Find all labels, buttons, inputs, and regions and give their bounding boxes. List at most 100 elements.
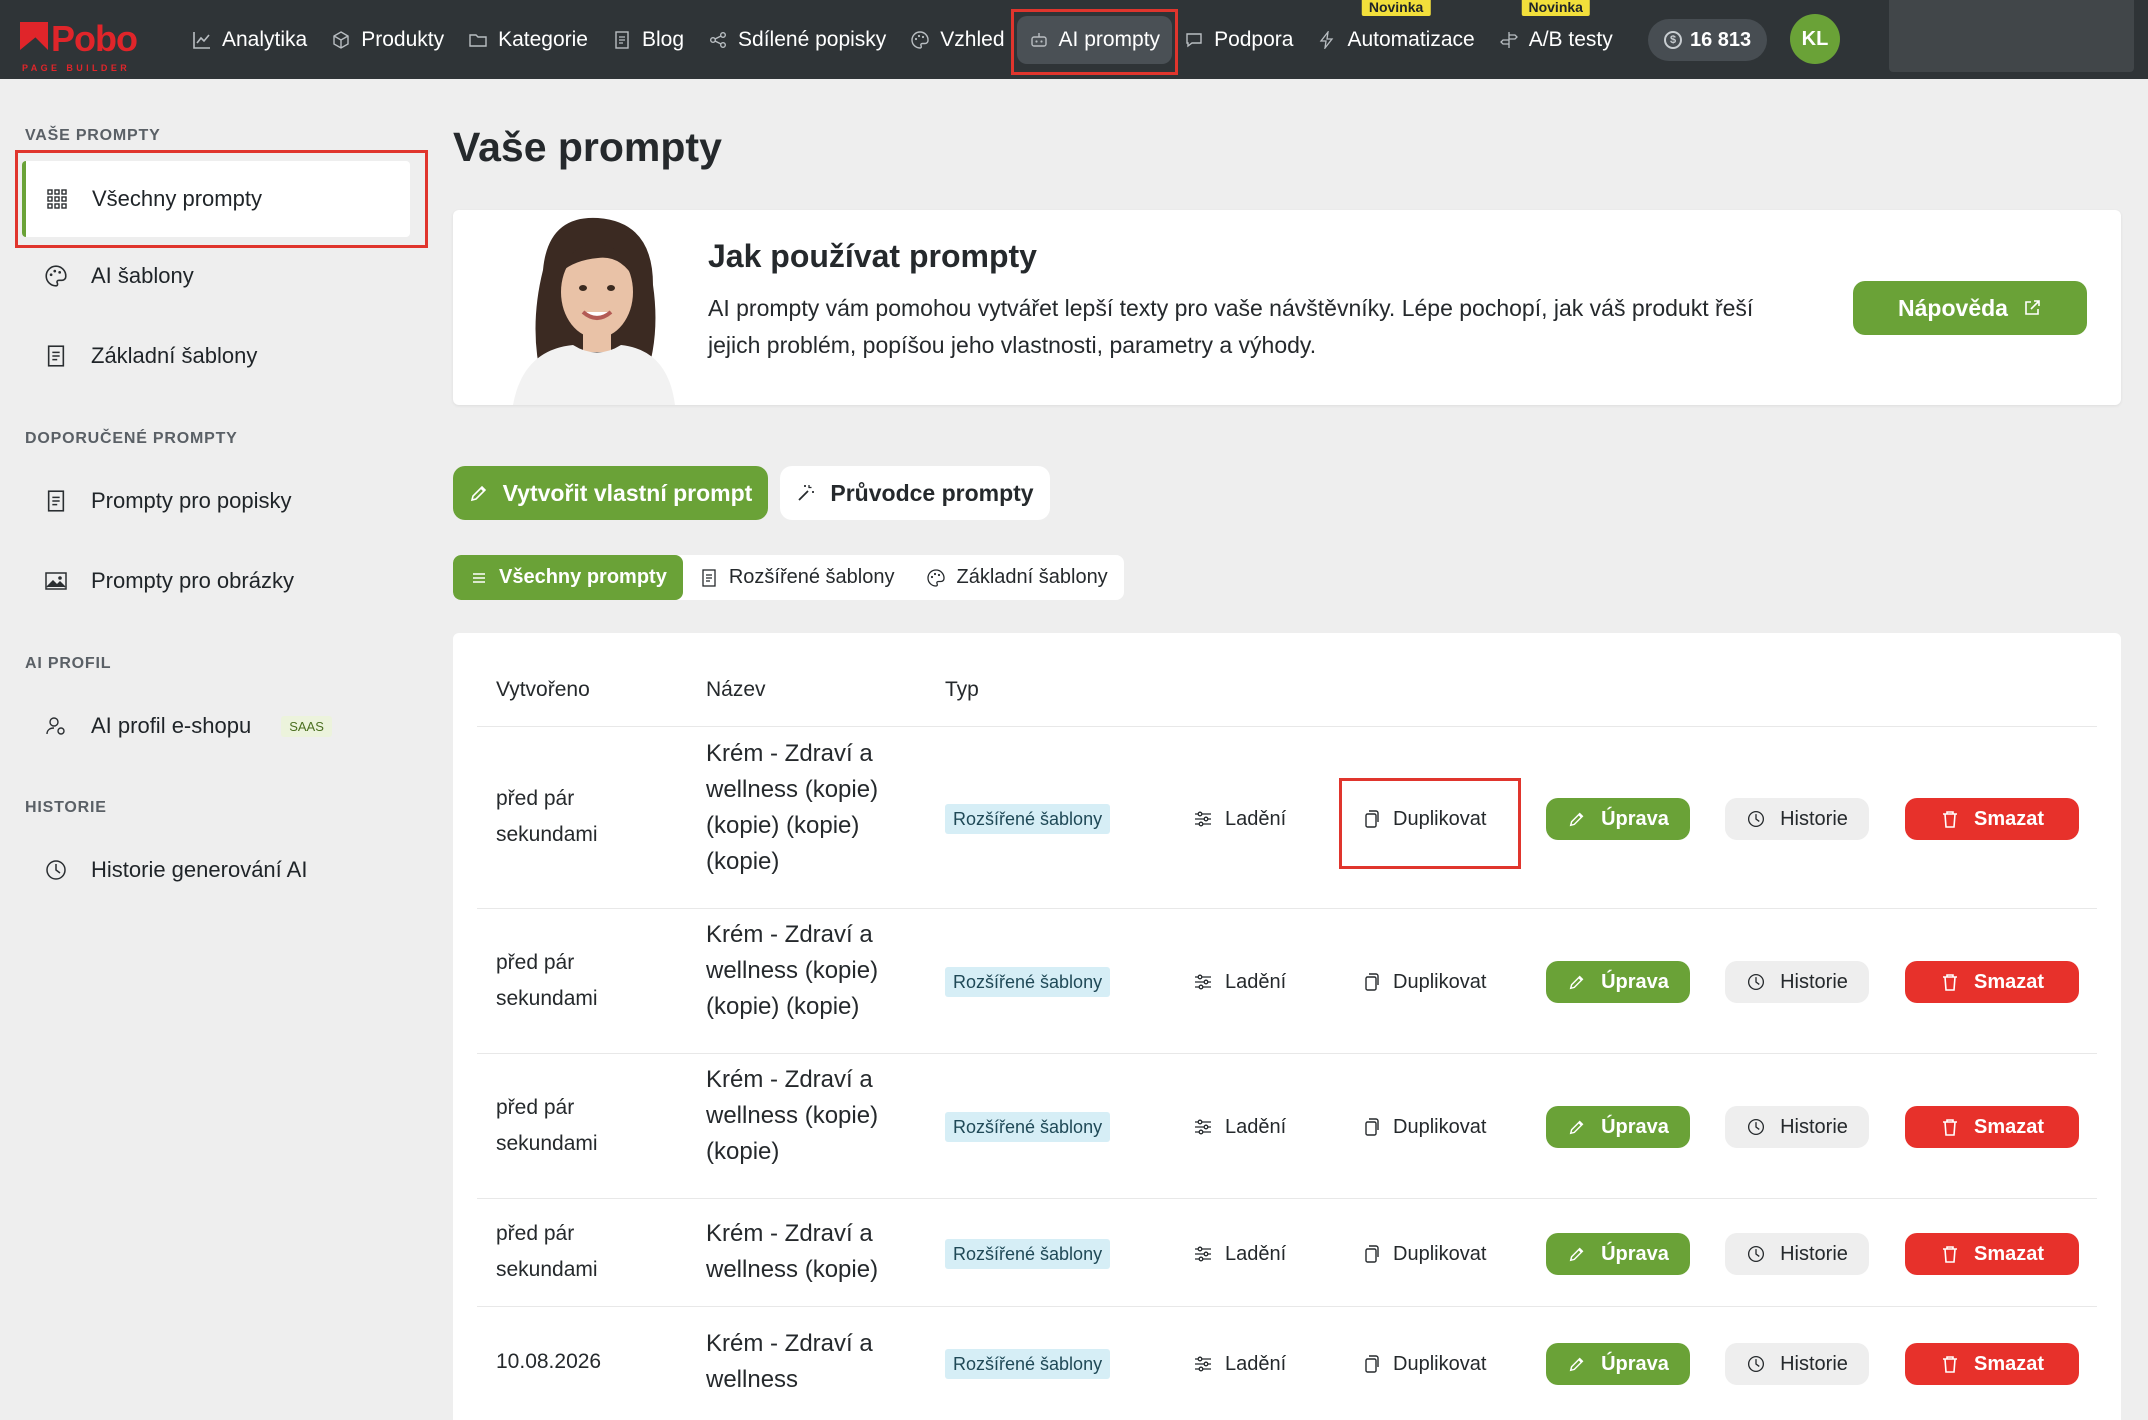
edit-button[interactable]: Úprava — [1546, 1343, 1690, 1385]
nav-appearance[interactable]: Vzhled — [898, 16, 1016, 64]
sidebar-item-ai-history[interactable]: Historie generování AI — [25, 835, 410, 905]
nav-products[interactable]: Produkty — [319, 16, 456, 64]
trash-icon — [1940, 1354, 1960, 1374]
nav-ai-prompts[interactable]: AI prompty — [1010, 8, 1178, 75]
history-button[interactable]: Historie — [1725, 798, 1869, 840]
history-button[interactable]: Historie — [1725, 961, 1869, 1003]
duplicate-button[interactable]: Duplikovat — [1361, 1343, 1486, 1385]
clock-icon — [43, 857, 69, 883]
clock-icon — [1746, 809, 1766, 829]
trash-icon — [1940, 972, 1960, 992]
help-button[interactable]: Nápověda — [1853, 281, 2087, 335]
delete-button[interactable]: Smazat — [1905, 1343, 2079, 1385]
column-header-name[interactable]: Název — [706, 678, 766, 702]
duplicate-button[interactable]: Duplikovat — [1361, 1106, 1486, 1148]
tab-basic-templates[interactable]: Základní šablony — [910, 555, 1123, 600]
tab-extended-templates[interactable]: Rozšířené šablony — [683, 555, 911, 600]
sliders-icon — [1193, 1354, 1213, 1374]
create-prompt-button[interactable]: Vytvořit vlastní prompt — [453, 466, 768, 520]
type-badge: Rozšířené šablony — [945, 1239, 1111, 1269]
tune-button[interactable]: Ladění — [1193, 961, 1286, 1003]
row-name[interactable]: Krém - Zdraví a wellness (kopie) (kopie)… — [706, 917, 906, 1025]
prompt-guide-button[interactable]: Průvodce prompty — [780, 466, 1050, 520]
tune-button[interactable]: Ladění — [1193, 1106, 1286, 1148]
edit-button[interactable]: Úprava — [1546, 1233, 1690, 1275]
sidebar-item-ai-templates[interactable]: AI šablony — [25, 241, 410, 311]
duplicate-label: Duplikovat — [1393, 1242, 1487, 1265]
signpost-icon — [1499, 30, 1519, 50]
robot-icon — [1029, 30, 1049, 50]
new-badge: Novinka — [1361, 0, 1431, 16]
sidebar-item-image-prompts[interactable]: Prompty pro obrázky — [25, 546, 410, 616]
tune-button[interactable]: Ladění — [1193, 1233, 1286, 1275]
document-icon — [612, 30, 632, 50]
logo-tagline: PAGE BUILDER — [22, 63, 131, 73]
duplicate-button[interactable]: Duplikovat — [1361, 1233, 1486, 1275]
duplicate-label: Duplikovat — [1393, 970, 1487, 993]
nav-shared-descriptions[interactable]: Sdílené popisky — [696, 16, 898, 64]
tab-label: Všechny prompty — [499, 566, 667, 588]
tab-all-prompts[interactable]: Všechny prompty — [453, 555, 683, 600]
copy-icon — [1361, 972, 1381, 992]
history-button[interactable]: Historie — [1725, 1233, 1869, 1275]
duplicate-button[interactable]: Duplikovat — [1338, 778, 1522, 869]
history-button[interactable]: Historie — [1725, 1106, 1869, 1148]
sidebar-item-label: AI profil e-shopu — [91, 713, 252, 738]
history-button[interactable]: Historie — [1725, 1343, 1869, 1385]
history-label: Historie — [1780, 1115, 1848, 1138]
column-header-created[interactable]: Vytvořeno — [496, 678, 590, 702]
tune-button[interactable]: Ladění — [1193, 1343, 1286, 1385]
row-name[interactable]: Krém - Zdraví a wellness (kopie) — [706, 1216, 906, 1288]
row-created: před pár sekundami — [496, 951, 598, 1010]
tune-button[interactable]: Ladění — [1193, 798, 1286, 840]
nav-analytics[interactable]: Analytika — [180, 16, 319, 64]
divider — [477, 726, 2097, 727]
tune-label: Ladění — [1225, 807, 1287, 830]
magic-wand-icon — [796, 483, 816, 503]
sidebar-item-ai-profile[interactable]: AI profil e-shopu SAAS — [25, 691, 410, 761]
row-created: 10.08.2026 — [496, 1350, 602, 1373]
edit-button[interactable]: Úprava — [1546, 1106, 1690, 1148]
delete-button[interactable]: Smazat — [1905, 1233, 2079, 1275]
tune-label: Ladění — [1225, 1242, 1287, 1265]
column-header-type[interactable]: Typ — [945, 678, 979, 702]
delete-button[interactable]: Smazat — [1905, 1106, 2079, 1148]
nav-automation[interactable]: Novinka Automatizace — [1305, 0, 1486, 64]
clock-icon — [1746, 972, 1766, 992]
account-menu-area[interactable] — [1889, 0, 2134, 72]
image-icon — [43, 568, 69, 594]
nav-categories[interactable]: Kategorie — [456, 16, 600, 64]
delete-button[interactable]: Smazat — [1905, 798, 2079, 840]
user-avatar[interactable]: KL — [1790, 14, 1840, 64]
row-name[interactable]: Krém - Zdraví a wellness — [706, 1326, 906, 1398]
nav-blog[interactable]: Blog — [600, 16, 696, 64]
edit-button[interactable]: Úprava — [1546, 798, 1690, 840]
history-label: Historie — [1780, 970, 1848, 993]
duplicate-button[interactable]: Duplikovat — [1361, 961, 1486, 1003]
share-icon — [708, 30, 728, 50]
nav-ab-tests[interactable]: Novinka A/B testy — [1487, 0, 1625, 64]
sidebar-item-description-prompts[interactable]: Prompty pro popisky — [25, 466, 410, 536]
sidebar-item-basic-templates[interactable]: Základní šablony — [25, 321, 410, 391]
delete-button[interactable]: Smazat — [1905, 961, 2079, 1003]
tune-label: Ladění — [1225, 970, 1287, 993]
document-icon — [43, 343, 69, 369]
nav-automation-label: Automatizace — [1347, 27, 1475, 51]
sliders-icon — [1193, 809, 1213, 829]
row-created: před pár sekundami — [496, 1222, 598, 1281]
info-text: AI prompty vám pomohou vytvářet lepší te… — [708, 295, 1754, 358]
tab-label: Základní šablony — [956, 566, 1108, 588]
sliders-icon — [1193, 972, 1213, 992]
trash-icon — [1940, 1117, 1960, 1137]
type-badge: Rozšířené šablony — [945, 1112, 1111, 1142]
row-name[interactable]: Krém - Zdraví a wellness (kopie) (kopie)… — [706, 736, 906, 880]
pobo-logo[interactable]: Pobo PAGE BUILDER — [20, 18, 146, 73]
duplicate-label: Duplikovat — [1393, 1115, 1487, 1138]
edit-button[interactable]: Úprava — [1546, 961, 1690, 1003]
credits-counter[interactable]: $ 16 813 — [1648, 19, 1768, 61]
divider — [477, 1306, 2097, 1307]
trash-icon — [1940, 809, 1960, 829]
nav-support[interactable]: Podpora — [1172, 16, 1305, 64]
row-name[interactable]: Krém - Zdraví a wellness (kopie) (kopie) — [706, 1062, 906, 1170]
sidebar-item-all-prompts[interactable]: Všechny prompty — [15, 150, 428, 248]
